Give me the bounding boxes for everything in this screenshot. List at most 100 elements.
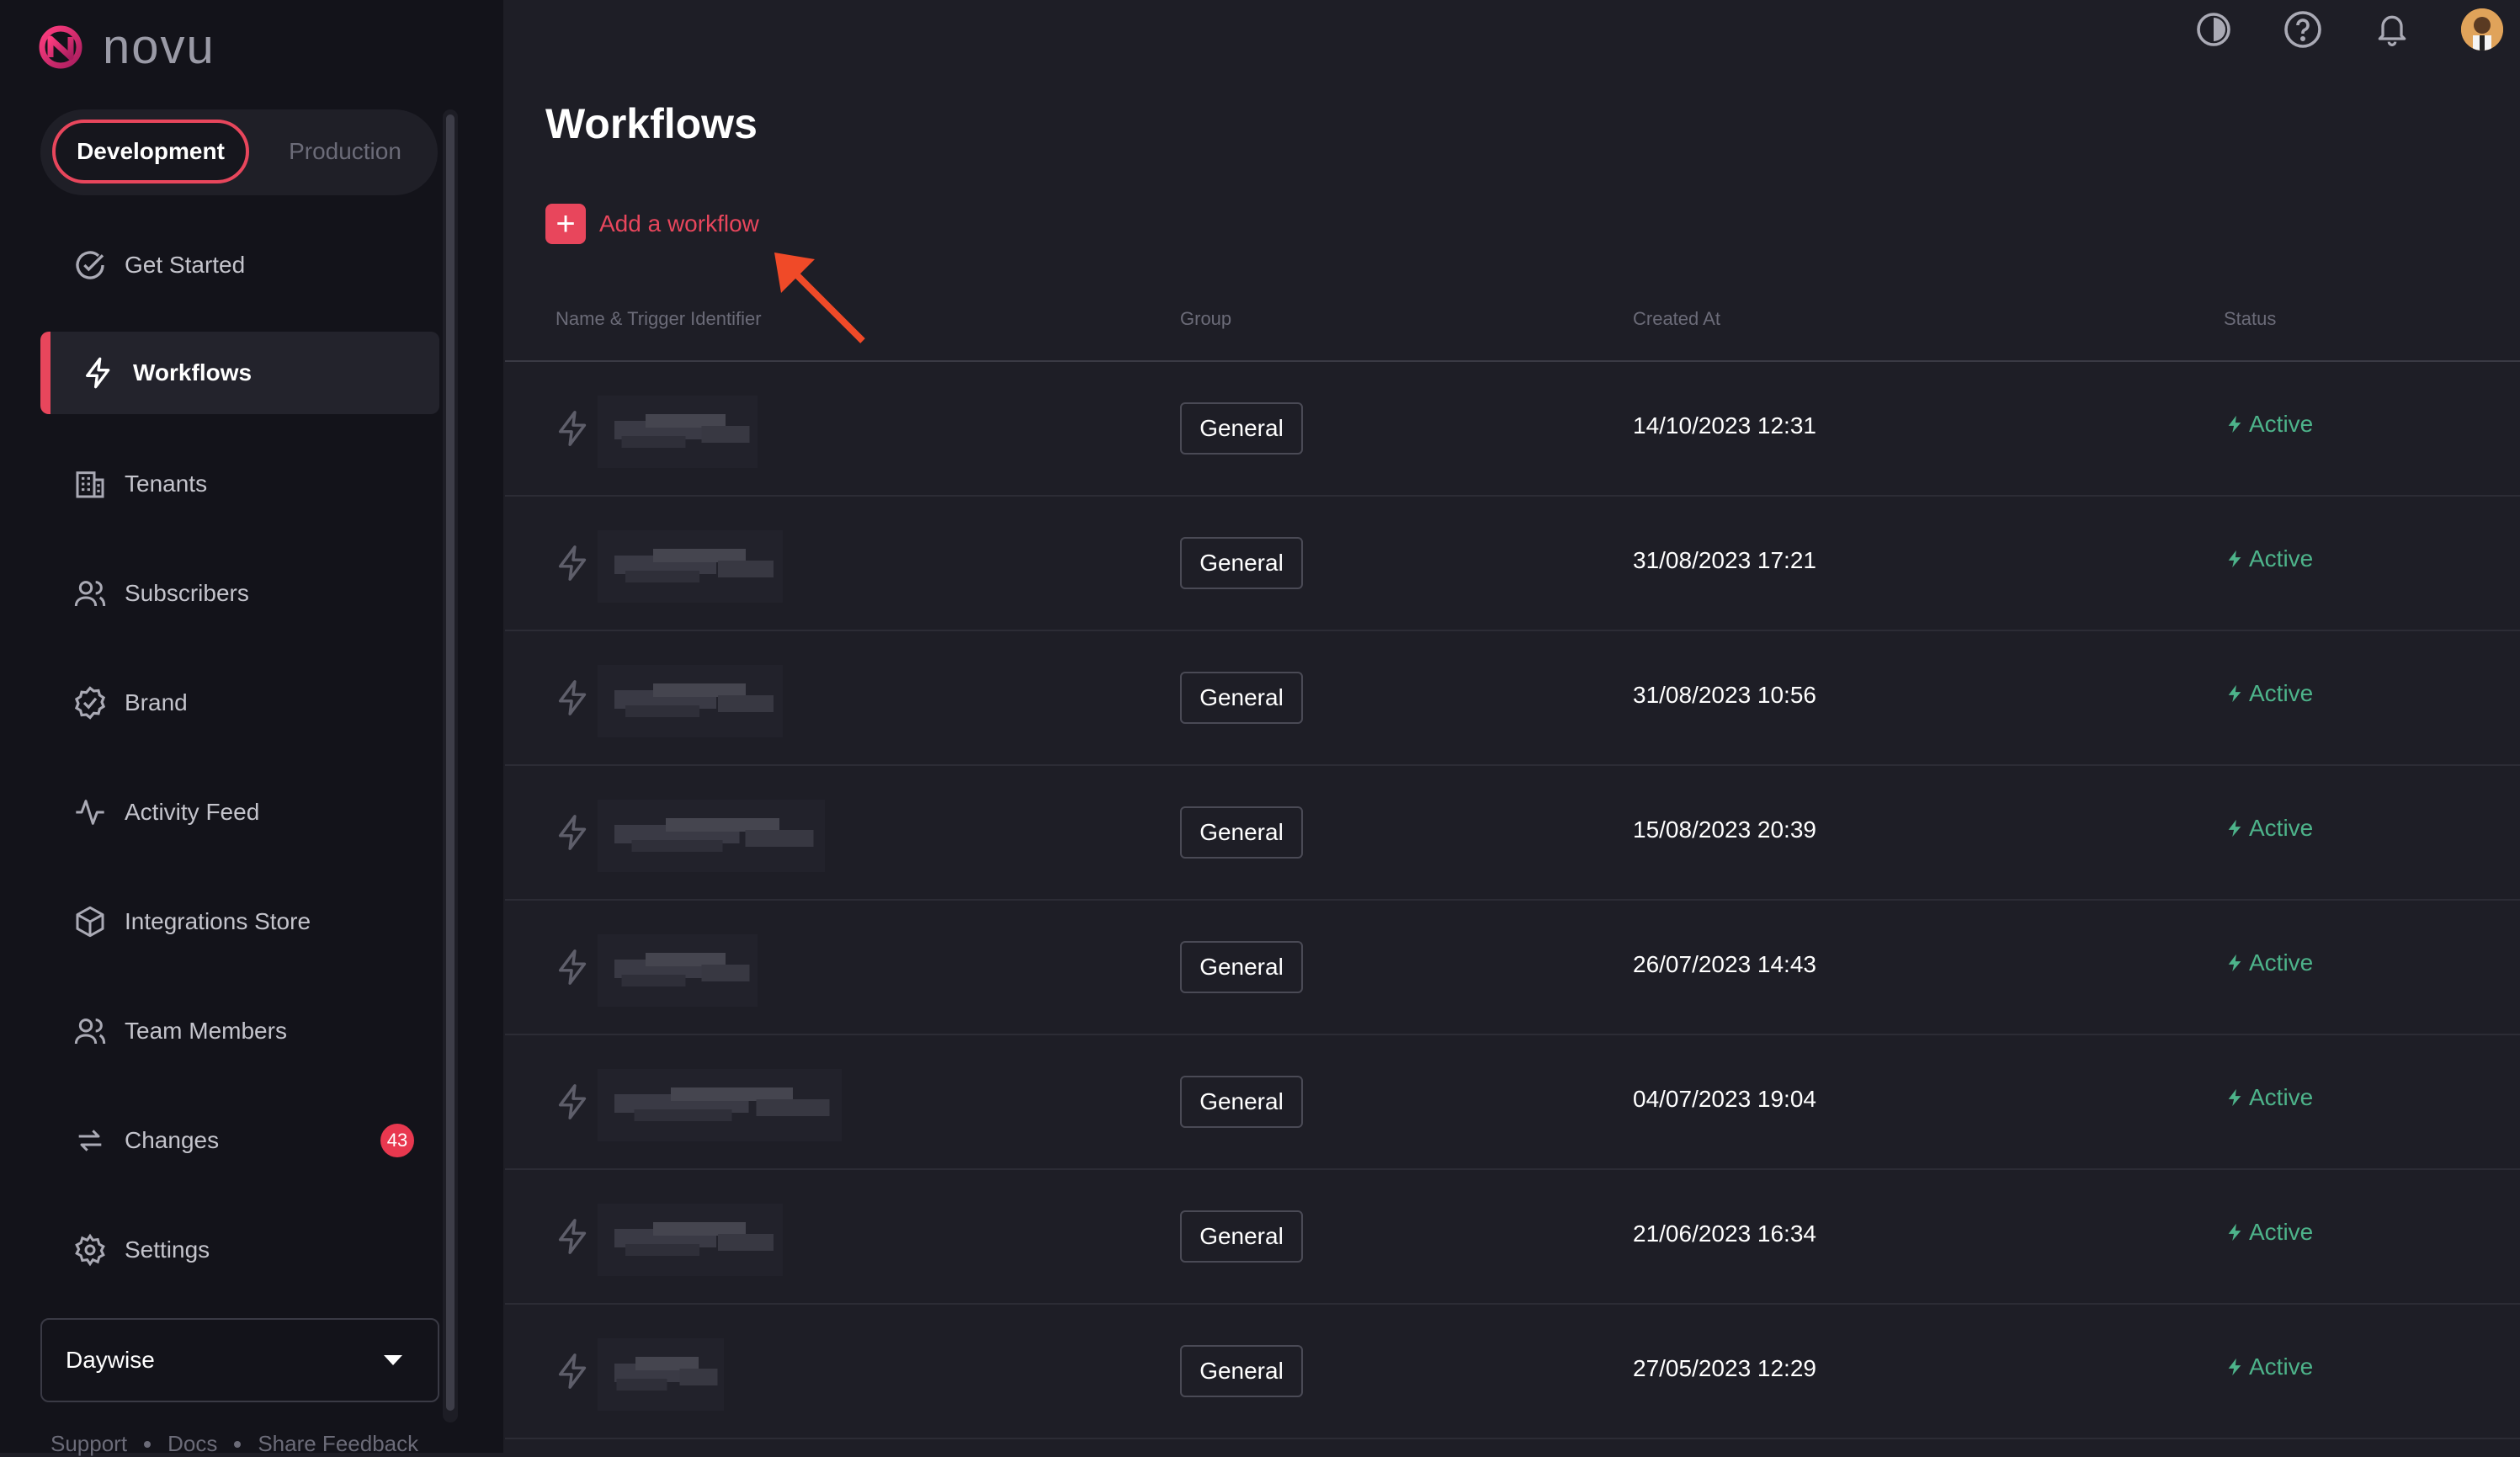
redacted-workflow-name [598, 800, 825, 872]
table-row[interactable]: General 04/07/2023 19:04 Active [505, 1035, 2520, 1170]
environment-switch: Development Production [40, 109, 438, 195]
bolt-filled-icon [2228, 954, 2241, 972]
status-badge: Active [2225, 1084, 2313, 1111]
table-row[interactable]: General 27/05/2023 12:29 Active [505, 1305, 2520, 1439]
sidebar-item-changes[interactable]: Changes 43 [40, 1099, 439, 1182]
table-row[interactable]: General 26/07/2023 14:43 Active [505, 901, 2520, 1035]
chevron-down-icon [384, 1355, 402, 1365]
sidebar-item-subscribers[interactable]: Subscribers [40, 552, 439, 635]
changes-count-badge: 43 [380, 1124, 414, 1157]
sidebar-item-brand[interactable]: Brand [40, 662, 439, 744]
sidebar-item-label: Team Members [125, 1018, 287, 1044]
header-actions [2193, 8, 2503, 51]
organization-name: Daywise [66, 1347, 155, 1373]
sidebar-item-label: Settings [125, 1236, 210, 1263]
redacted-workflow-name [598, 1338, 724, 1411]
sidebar: novu Development Production Get Started … [0, 0, 503, 1456]
group-badge: General [1180, 806, 1303, 859]
users-icon [72, 576, 108, 611]
status-label: Active [2249, 1353, 2314, 1380]
sidebar-item-label: Brand [125, 689, 188, 715]
sidebar-item-activity-feed[interactable]: Activity Feed [40, 771, 439, 853]
status-label: Active [2249, 949, 2314, 976]
badge-check-icon [72, 685, 108, 721]
docs-link[interactable]: Docs [167, 1431, 217, 1457]
bolt-icon [81, 355, 116, 391]
table-row[interactable]: General 21/06/2023 16:34 Active [505, 1170, 2520, 1305]
column-header-status[interactable]: Status [2224, 308, 2276, 330]
status-badge: Active [2225, 949, 2313, 976]
status-label: Active [2249, 1219, 2314, 1245]
created-at: 27/05/2023 12:29 [1633, 1355, 1816, 1381]
sidebar-item-label: Integrations Store [125, 908, 311, 934]
share-feedback-link[interactable]: Share Feedback [258, 1431, 418, 1457]
bolt-filled-icon [2228, 1223, 2241, 1242]
check-circle-icon [72, 247, 108, 283]
separator-dot [234, 1440, 242, 1448]
bolt-filled-icon [2228, 550, 2241, 568]
novu-logo-icon [39, 25, 82, 68]
group-badge: General [1180, 1345, 1303, 1397]
theme-toggle-icon[interactable] [2193, 9, 2234, 50]
bolt-filled-icon [2228, 1088, 2241, 1107]
sidebar-item-integrations-store[interactable]: Integrations Store [40, 880, 439, 963]
status-badge: Active [2225, 1219, 2313, 1246]
column-header-created-at[interactable]: Created At [1633, 308, 1720, 330]
column-header-name[interactable]: Name & Trigger Identifier [556, 308, 762, 330]
add-workflow-button[interactable]: + Add a workflow [545, 204, 759, 244]
sidebar-item-get-started[interactable]: Get Started [40, 224, 439, 306]
box-icon [72, 904, 108, 939]
group-badge: General [1180, 537, 1303, 589]
sidebar-item-label: Changes [125, 1127, 220, 1153]
redacted-workflow-name [598, 1069, 842, 1141]
sidebar-item-label: Get Started [125, 252, 246, 278]
add-workflow-label: Add a workflow [599, 210, 759, 237]
sidebar-item-label: Workflows [133, 359, 253, 386]
table-header: Name & Trigger Identifier Group Created … [0, 308, 2520, 333]
sidebar-footer-links: Support Docs Share Feedback [51, 1431, 418, 1457]
support-link[interactable]: Support [51, 1431, 127, 1457]
bolt-icon [554, 542, 593, 588]
help-icon[interactable] [2283, 9, 2323, 50]
status-label: Active [2249, 815, 2314, 841]
created-at: 04/07/2023 19:04 [1633, 1086, 1816, 1112]
bolt-icon [554, 1081, 593, 1127]
building-icon [72, 466, 108, 502]
sidebar-scrollbar[interactable] [443, 109, 458, 1422]
avatar[interactable] [2461, 8, 2503, 51]
created-at: 14/10/2023 12:31 [1633, 412, 1816, 439]
table-row[interactable]: General 31/08/2023 10:56 Active [505, 631, 2520, 766]
sidebar-item-settings[interactable]: Settings [40, 1209, 439, 1291]
sync-icon [72, 1123, 108, 1158]
sidebar-item-workflows[interactable]: Workflows [40, 332, 439, 414]
env-development-button[interactable]: Development [52, 120, 249, 183]
bolt-icon [554, 946, 593, 992]
redacted-workflow-name [598, 1204, 783, 1276]
organization-select[interactable]: Daywise [40, 1318, 439, 1402]
page-title: Workflows [545, 100, 758, 147]
bolt-filled-icon [2228, 819, 2241, 838]
bolt-icon [554, 407, 593, 454]
status-badge: Active [2225, 815, 2313, 842]
bolt-icon [554, 811, 593, 858]
group-badge: General [1180, 941, 1303, 993]
table-row[interactable]: General 14/10/2023 12:31 Active [505, 362, 2520, 497]
sidebar-item-tenants[interactable]: Tenants [40, 443, 439, 525]
bell-icon[interactable] [2372, 9, 2412, 50]
gear-icon [72, 1232, 108, 1268]
created-at: 26/07/2023 14:43 [1633, 951, 1816, 977]
created-at: 15/08/2023 20:39 [1633, 816, 1816, 843]
status-badge: Active [2225, 680, 2313, 707]
status-badge: Active [2225, 1353, 2313, 1380]
env-production-button[interactable]: Production [261, 120, 429, 183]
redacted-workflow-name [598, 665, 783, 737]
table-row[interactable]: General 15/08/2023 20:39 Active [505, 766, 2520, 901]
created-at: 31/08/2023 17:21 [1633, 547, 1816, 573]
status-label: Active [2249, 1084, 2314, 1110]
sidebar-item-team-members[interactable]: Team Members [40, 990, 439, 1072]
logo[interactable]: novu [37, 19, 215, 75]
table-row[interactable]: General 31/08/2023 17:21 Active [505, 497, 2520, 631]
annotation-arrow-icon [774, 253, 865, 343]
status-label: Active [2249, 545, 2314, 572]
column-header-group[interactable]: Group [1180, 308, 1231, 330]
